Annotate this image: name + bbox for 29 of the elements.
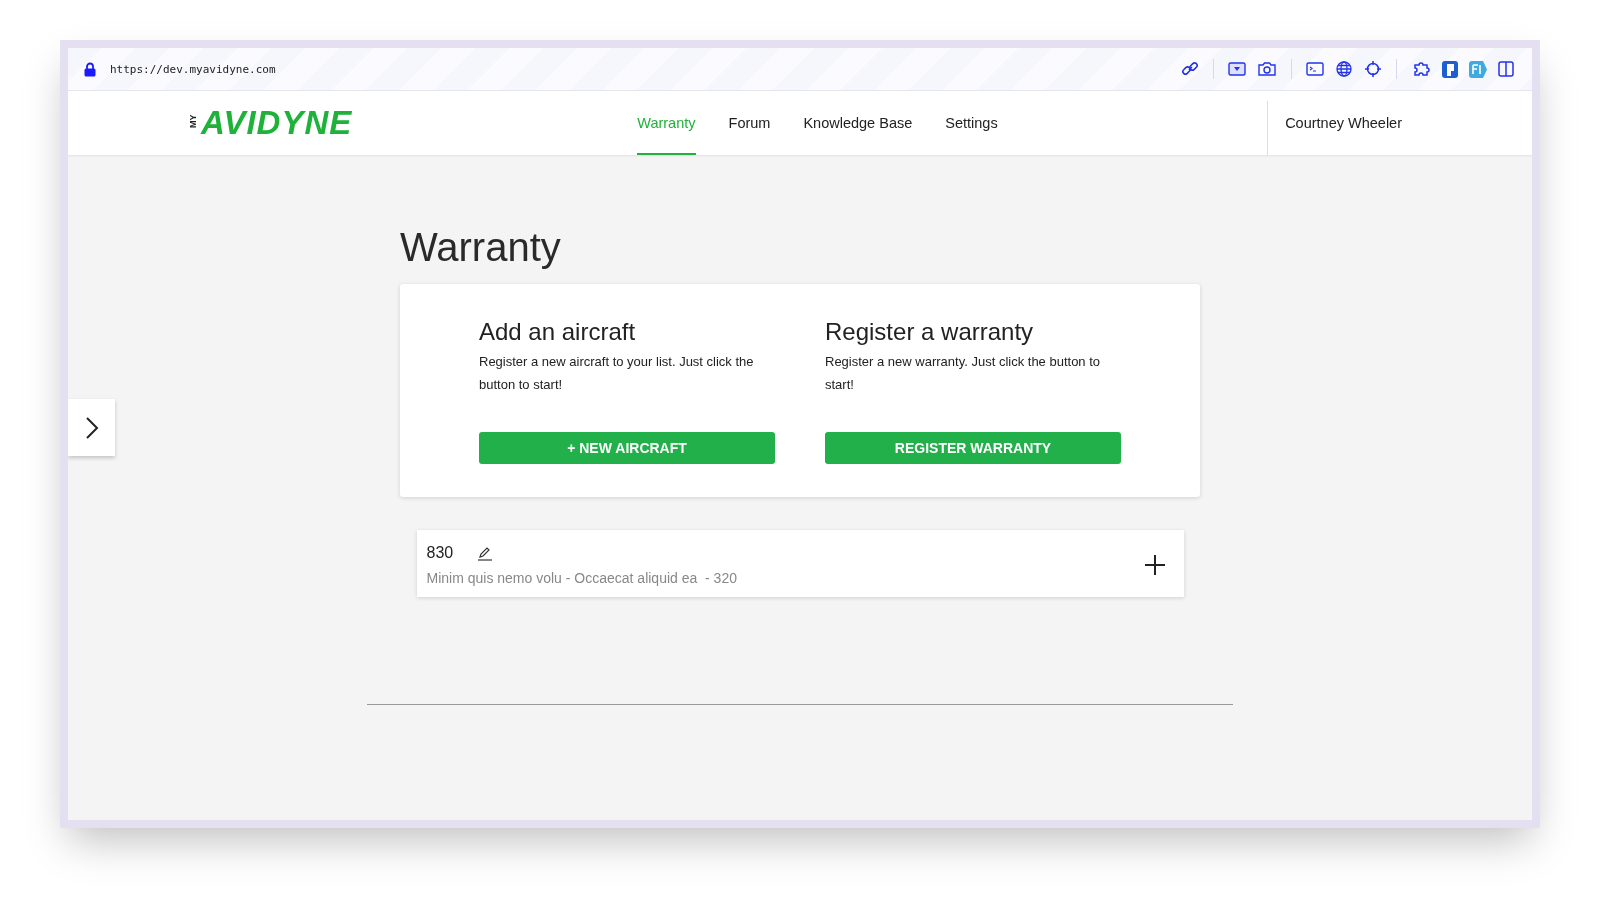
sidebar-toggle[interactable] (68, 399, 115, 456)
terminal-icon[interactable] (1306, 61, 1324, 77)
puzzle-icon[interactable] (1411, 61, 1431, 77)
page-title: Warranty (400, 225, 562, 270)
app-icon[interactable] (1469, 60, 1487, 78)
section-description: Register a new warranty. Just click the button to start! (825, 353, 1102, 394)
section-description: Register a new aircraft to your list. Just click the button to start! (479, 353, 755, 394)
section-title: Add an aircraft (479, 318, 637, 346)
user-name[interactable]: Courtney Wheeler (1285, 115, 1402, 131)
lock-icon (84, 61, 96, 77)
nav-link[interactable]: Settings (945, 91, 998, 155)
image-icon[interactable] (1228, 61, 1246, 77)
link-icon[interactable] (1181, 60, 1199, 78)
crosshair-icon[interactable] (1364, 60, 1382, 78)
nav-link[interactable]: Knowledge Base (803, 91, 913, 155)
edit-icon[interactable] (477, 545, 494, 561)
url-text[interactable]: https://dev.myavidyne.com (110, 62, 276, 76)
aircraft-row[interactable]: 830 Minim quis nemo volu - Occaecat aliquid ea - 320 (416, 530, 1184, 597)
add-icon[interactable] (1143, 554, 1166, 576)
aircraft-details: Minim quis nemo volu - Occaecat aliquid ea - 320 (426, 570, 738, 586)
globe-icon[interactable] (1335, 60, 1353, 78)
chevron-right-icon (83, 415, 100, 440)
bookmark-app-icon[interactable] (1442, 60, 1458, 78)
section-title: Register a warranty (825, 318, 1035, 346)
logo[interactable]: MY AVIDYNE (188, 104, 353, 142)
camera-icon[interactable] (1257, 61, 1277, 77)
split-view-icon[interactable] (1498, 61, 1514, 77)
nav-link[interactable]: Forum (728, 91, 771, 155)
aircraft-name: 830 (426, 544, 454, 562)
